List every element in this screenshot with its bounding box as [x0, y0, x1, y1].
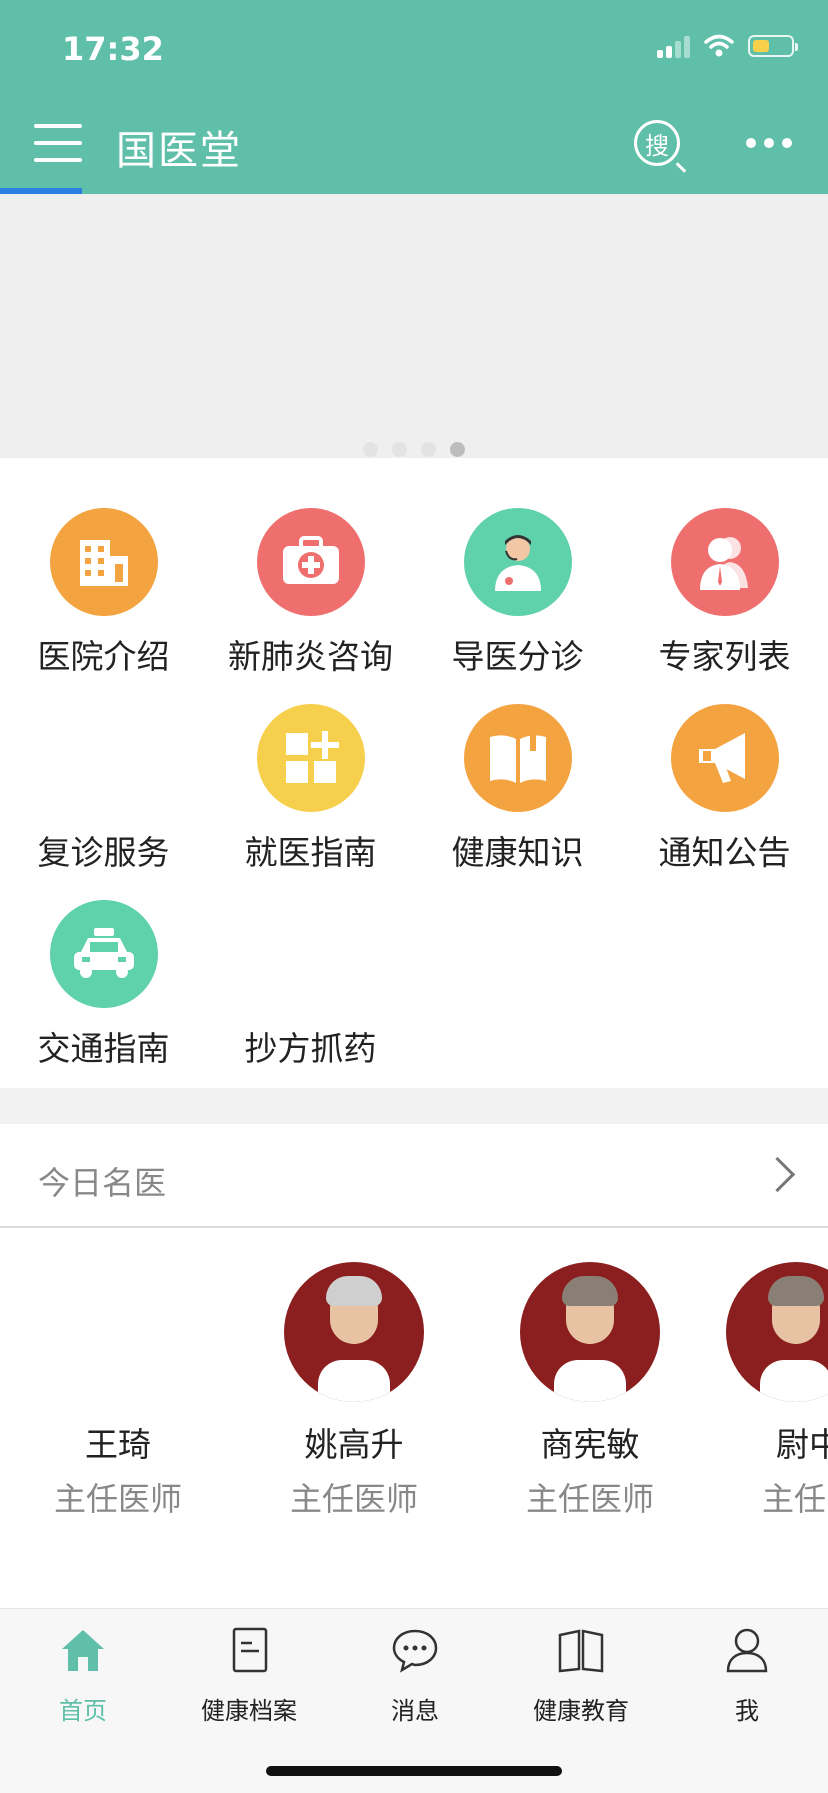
grid-item-pneumonia-consult[interactable]: 新肺炎咨询 — [207, 508, 414, 678]
service-grid: 医院介绍 新肺炎咨询 导医分诊 专家列表 复诊服务 就医指南 健康知识 通知公告… — [0, 458, 828, 1088]
home-icon — [62, 1630, 104, 1671]
book-icon — [463, 704, 572, 812]
famous-doctors-header[interactable]: 今日名医 — [0, 1124, 828, 1228]
grid-item-health-knowledge[interactable]: 健康知识 — [414, 704, 621, 874]
grid-item-label: 抄方抓药 — [244, 1029, 377, 1068]
building-icon — [49, 508, 158, 616]
avatar — [726, 1262, 828, 1402]
taxi-icon — [49, 900, 158, 1008]
tab-home[interactable]: 首页 — [0, 1625, 166, 1726]
grid-item-label: 通知公告 — [658, 833, 791, 872]
doctor-card[interactable]: 姚高升 主任医师 — [254, 1262, 454, 1520]
grid-item-medical-guide[interactable]: 就医指南 — [207, 704, 414, 874]
status-time: 17:32 — [62, 30, 164, 68]
carousel-dot-active[interactable] — [450, 442, 465, 457]
tab-health-education[interactable]: 健康教育 — [498, 1625, 664, 1726]
follow-up-icon-placeholder — [50, 704, 158, 812]
grid-item-follow-up[interactable]: 复诊服务 — [0, 704, 207, 874]
chevron-right-icon[interactable] — [759, 1156, 796, 1193]
more-icon[interactable] — [746, 138, 792, 148]
search-icon[interactable]: 搜 — [634, 120, 680, 166]
doctor-card-clip: 尉中 主任 — [726, 1262, 828, 1562]
grid-item-label: 复诊服务 — [37, 833, 170, 872]
section-title: 今日名医 — [38, 1164, 167, 1202]
grid-item-label: 新肺炎咨询 — [228, 637, 393, 676]
doctor-name: 商宪敏 — [540, 1425, 640, 1464]
avatar — [48, 1262, 188, 1402]
grid-item-label: 导医分诊 — [451, 637, 584, 676]
grid-item-notice[interactable]: 通知公告 — [621, 704, 828, 874]
experts-icon — [670, 508, 779, 616]
carousel-dots — [363, 442, 465, 457]
doctor-title: 主任 — [762, 1480, 827, 1518]
grid-item-label: 就医指南 — [244, 833, 377, 872]
grid-item-prescription[interactable]: 抄方抓药 — [207, 900, 414, 1070]
doctor-card[interactable]: 商宪敏 主任医师 — [490, 1262, 690, 1520]
doctor-name: 王琦 — [85, 1425, 151, 1464]
carousel-dot[interactable] — [363, 442, 378, 457]
doctor-title: 主任医师 — [53, 1480, 182, 1518]
grid-item-traffic-guide[interactable]: 交通指南 — [0, 900, 207, 1070]
tab-me[interactable]: 我 — [664, 1625, 828, 1726]
carousel-dot[interactable] — [421, 442, 436, 457]
tab-label: 首页 — [59, 1697, 107, 1725]
tab-messages[interactable]: 消息 — [332, 1625, 498, 1726]
doctor-name: 尉中 — [776, 1425, 828, 1464]
grid-item-triage[interactable]: 导医分诊 — [414, 508, 621, 678]
chat-icon — [392, 1629, 438, 1673]
avatar — [284, 1262, 424, 1402]
tab-label: 健康档案 — [201, 1697, 297, 1725]
tab-label: 健康教育 — [533, 1697, 629, 1725]
battery-icon — [748, 35, 798, 57]
megaphone-icon — [670, 704, 779, 812]
doctor-card[interactable]: 尉中 主任 — [726, 1262, 828, 1520]
grid-plus-icon — [256, 704, 365, 812]
grid-item-label: 健康知识 — [451, 833, 584, 872]
medical-kit-icon — [256, 508, 365, 616]
tab-health-record[interactable]: 健康档案 — [166, 1625, 332, 1726]
grid-item-expert-list[interactable]: 专家列表 — [621, 508, 828, 678]
carousel-dot[interactable] — [392, 442, 407, 457]
person-icon — [726, 1628, 768, 1673]
tab-label: 消息 — [391, 1697, 439, 1725]
wifi-icon — [704, 34, 734, 57]
doctor-title: 主任医师 — [525, 1480, 654, 1518]
doctor-headset-icon — [463, 508, 572, 616]
app-header: 17:32 国医堂 搜 — [0, 0, 828, 194]
doctor-title: 主任医师 — [289, 1480, 418, 1518]
prescription-icon-placeholder — [257, 900, 365, 1008]
grid-item-label: 交通指南 — [37, 1029, 170, 1068]
signal-icon — [657, 34, 690, 58]
grid-item-label: 医院介绍 — [37, 637, 170, 676]
tab-label: 我 — [735, 1697, 759, 1725]
doctor-card[interactable]: 王琦 主任医师 — [18, 1262, 218, 1520]
page-title: 国医堂 — [116, 128, 242, 174]
grid-item-hospital-intro[interactable]: 医院介绍 — [0, 508, 207, 678]
grid-item-label: 专家列表 — [658, 637, 791, 676]
document-icon — [232, 1627, 268, 1673]
section-divider — [0, 1088, 828, 1124]
banner-carousel[interactable] — [0, 194, 828, 458]
menu-icon[interactable] — [34, 124, 82, 164]
doctor-name: 姚高升 — [304, 1425, 404, 1464]
open-book-icon — [558, 1629, 604, 1673]
home-indicator[interactable] — [266, 1766, 562, 1776]
status-icons — [657, 34, 798, 58]
avatar — [520, 1262, 660, 1402]
